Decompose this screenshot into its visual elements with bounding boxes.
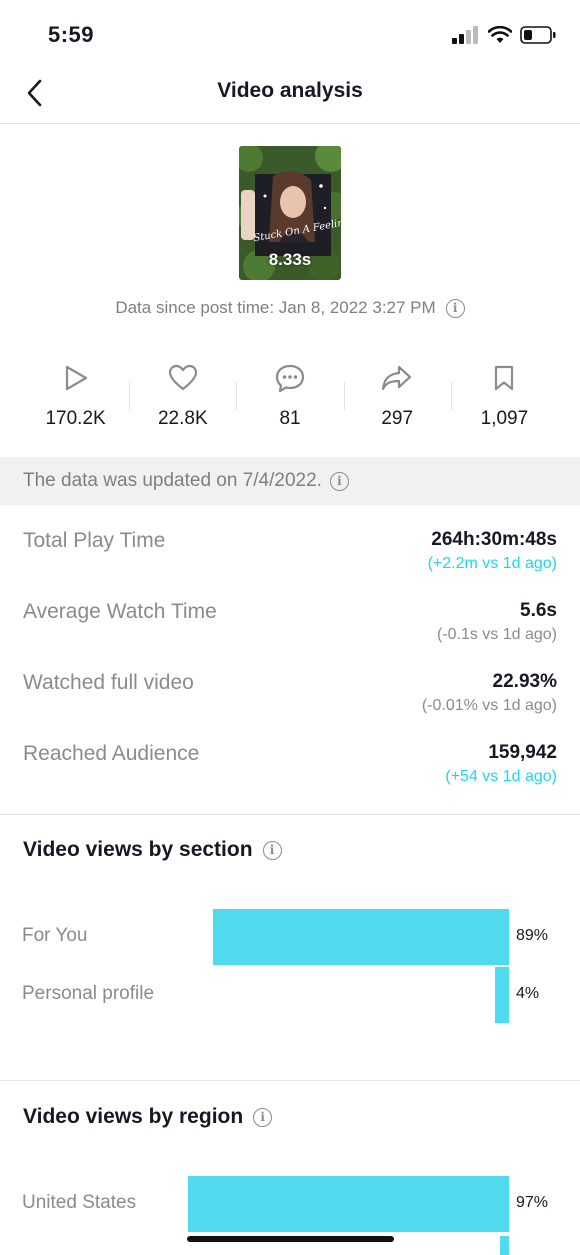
info-icon[interactable]: i bbox=[262, 840, 282, 860]
bar-label: Personal profile bbox=[22, 983, 155, 1004]
section-title-text: Video views by region bbox=[23, 1105, 244, 1128]
bar-fill bbox=[495, 967, 509, 1023]
status-icons bbox=[452, 24, 556, 46]
bar-row-personal-profile: Personal profile 4% bbox=[0, 967, 580, 1023]
metric-label: Average Watch Time bbox=[23, 600, 217, 623]
bar-row-for-you: For You 89% bbox=[0, 909, 580, 965]
update-banner: The data was updated on 7/4/2022. i bbox=[0, 457, 580, 505]
metric-average-watch-time: Average Watch Time 5.6s (-0.1s vs 1d ago… bbox=[0, 591, 580, 662]
share-icon bbox=[382, 365, 412, 391]
bookmark-icon bbox=[495, 365, 514, 391]
wifi-icon bbox=[488, 26, 512, 43]
metric-watched-full-video: Watched full video 22.93% (-0.01% vs 1d … bbox=[0, 662, 580, 733]
metric-label: Reached Audience bbox=[23, 742, 200, 765]
status-time: 5:59 bbox=[48, 22, 95, 47]
page-title: Video analysis bbox=[217, 79, 363, 102]
bar-fill-partial bbox=[500, 1236, 509, 1255]
cellular-signal-icon bbox=[452, 26, 478, 44]
stat-shares: 297 bbox=[343, 360, 451, 440]
section-title-text: Video views by section bbox=[23, 838, 253, 861]
bar-percent: 4% bbox=[516, 985, 540, 1002]
status-bar: 5:59 bbox=[0, 0, 580, 70]
bar-label: United States bbox=[22, 1192, 137, 1213]
metric-value: 22.93% bbox=[492, 671, 557, 692]
info-icon[interactable]: i bbox=[329, 471, 349, 491]
engagement-stats: 170.2K 22.8K 81 297 1,097 bbox=[22, 360, 558, 440]
battery-icon bbox=[520, 26, 556, 44]
stat-comments: 81 bbox=[236, 360, 343, 440]
play-icon bbox=[65, 365, 87, 391]
bar-percent: 89% bbox=[516, 927, 549, 944]
home-indicator bbox=[187, 1236, 394, 1242]
metric-label: Watched full video bbox=[23, 671, 194, 694]
stat-plays: 170.2K bbox=[22, 360, 129, 440]
stat-value: 81 bbox=[279, 408, 301, 429]
bar-fill bbox=[188, 1176, 509, 1232]
metric-value: 159,942 bbox=[488, 742, 557, 763]
stat-value: 297 bbox=[381, 408, 414, 429]
nav-header: Video analysis bbox=[0, 70, 580, 124]
views-by-region-title: Video views by region i bbox=[23, 1105, 273, 1129]
post-time-row: Data since post time: Jan 8, 2022 3:27 P… bbox=[0, 298, 580, 318]
comment-icon bbox=[275, 364, 305, 393]
bar-percent: 97% bbox=[516, 1194, 549, 1211]
metric-delta: (-0.01% vs 1d ago) bbox=[421, 697, 557, 714]
section-divider bbox=[0, 1080, 580, 1081]
video-duration: 8.33s bbox=[268, 250, 312, 269]
metric-value: 264h:30m:48s bbox=[431, 529, 557, 550]
metric-delta: (-0.1s vs 1d ago) bbox=[436, 626, 557, 643]
stat-saves: 1,097 bbox=[450, 360, 558, 440]
views-by-section-title: Video views by section i bbox=[23, 838, 282, 862]
video-thumbnail[interactable]: Stuck On A Feeling 8.33s bbox=[239, 146, 341, 280]
info-icon[interactable]: i bbox=[253, 1107, 273, 1127]
section-divider bbox=[0, 814, 580, 815]
stat-value: 1,097 bbox=[480, 408, 529, 429]
stat-value: 170.2K bbox=[45, 408, 106, 429]
metric-delta: (+54 vs 1d ago) bbox=[445, 768, 557, 785]
update-notice: The data was updated on 7/4/2022. bbox=[23, 470, 322, 491]
post-time-text: Data since post time: Jan 8, 2022 3:27 P… bbox=[115, 298, 436, 317]
info-icon[interactable]: i bbox=[445, 298, 465, 318]
stat-likes: 22.8K bbox=[129, 360, 236, 440]
metric-label: Total Play Time bbox=[23, 529, 166, 552]
metrics-list: Total Play Time 264h:30m:48s (+2.2m vs 1… bbox=[0, 520, 580, 804]
bar-fill bbox=[213, 909, 509, 965]
bar-row-united-states: United States 97% bbox=[0, 1176, 580, 1232]
metric-delta: (+2.2m vs 1d ago) bbox=[427, 555, 557, 572]
stat-value: 22.8K bbox=[157, 408, 208, 429]
metric-value: 5.6s bbox=[520, 600, 557, 621]
heart-icon bbox=[168, 364, 197, 391]
metric-total-play-time: Total Play Time 264h:30m:48s (+2.2m vs 1… bbox=[0, 520, 580, 591]
bar-label: For You bbox=[22, 925, 88, 946]
metric-reached-audience: Reached Audience 159,942 (+54 vs 1d ago) bbox=[0, 733, 580, 804]
